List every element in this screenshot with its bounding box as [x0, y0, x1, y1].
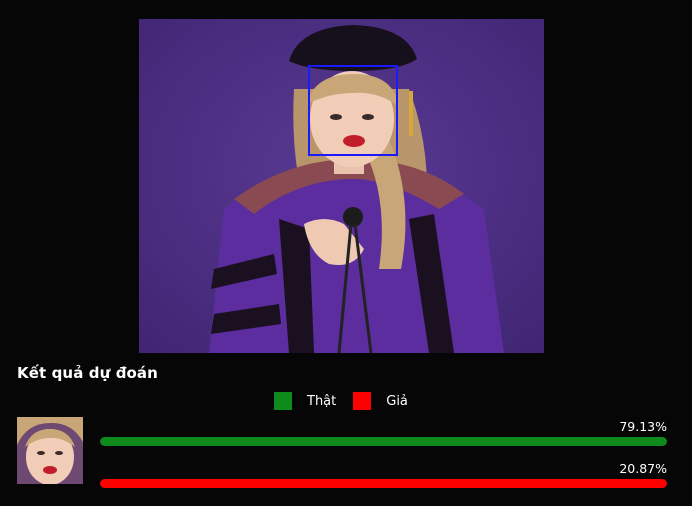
legend-label-fake: Giả — [386, 393, 408, 409]
face-detection-box — [308, 65, 398, 156]
prediction-fake-track — [100, 479, 667, 488]
prediction-real-track — [100, 437, 667, 446]
analyzed-photo — [139, 19, 544, 353]
legend-swatch-fake — [353, 392, 372, 410]
legend: Thật Giả — [274, 391, 425, 411]
face-crop-illustration — [17, 417, 83, 484]
legend-swatch-real — [274, 392, 292, 410]
prediction-real-value: 79.13% — [619, 419, 667, 434]
prediction-real: 79.13% — [100, 418, 667, 446]
legend-label-real: Thật — [307, 393, 337, 409]
prediction-fake-bar — [100, 479, 667, 488]
prediction-fake: 20.87% — [100, 460, 667, 488]
prediction-fake-value: 20.87% — [619, 461, 667, 476]
face-thumbnail — [17, 417, 83, 484]
result-title: Kết quả dự đoán — [17, 364, 158, 382]
prediction-real-bar — [100, 437, 667, 446]
